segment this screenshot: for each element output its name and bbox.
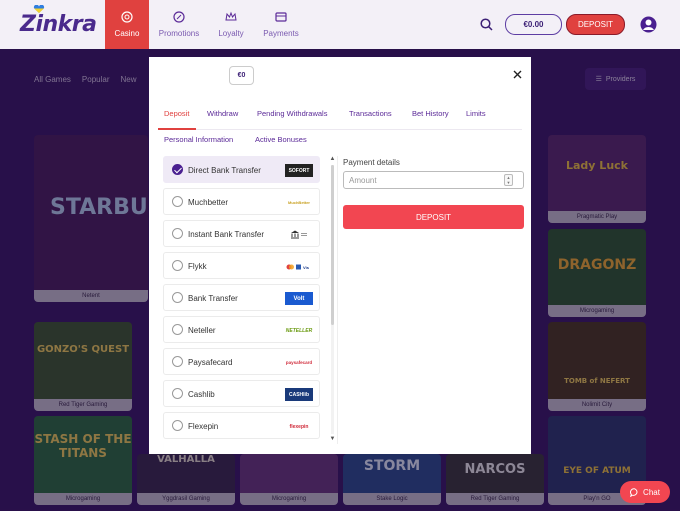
scroll-down-arrow-icon[interactable]: ▼ (328, 436, 337, 444)
search-icon[interactable] (480, 18, 493, 31)
volt-logo: Volt (285, 292, 313, 305)
neteller-logo: NETELLER (285, 327, 313, 334)
list-scrollbar-thumb[interactable] (331, 165, 334, 325)
panel-divider (337, 156, 338, 444)
radio-unselected[interactable] (172, 324, 183, 335)
casino-chip-icon (121, 11, 133, 23)
payment-method-instant-bank-transfer[interactable]: Instant Bank Transfer (163, 220, 320, 247)
payment-method-neteller[interactable]: Neteller NETELLER (163, 316, 320, 343)
nav-payments[interactable]: Payments (258, 0, 304, 49)
stepper-down-icon[interactable]: ▼ (507, 180, 511, 185)
payments-icon (275, 12, 287, 22)
scroll-up-arrow-icon[interactable]: ▲ (328, 156, 337, 164)
tab-deposit[interactable]: Deposit (164, 109, 189, 118)
nav-casino[interactable]: Casino (105, 0, 149, 49)
user-avatar-icon[interactable] (640, 16, 657, 33)
tab-limits[interactable]: Limits (466, 109, 486, 118)
chat-button[interactable]: Chat (620, 481, 670, 503)
payment-method-label: Cashlib (188, 390, 215, 399)
payment-method-paysafecard[interactable]: Paysafecard paysafecard (163, 348, 320, 375)
modal-balance-badge: €0 (229, 66, 254, 85)
payment-method-muchbetter[interactable]: Muchbetter MuchBetter (163, 188, 320, 215)
paysafecard-logo: paysafecard (285, 360, 313, 365)
radio-unselected[interactable] (172, 196, 183, 207)
tab-withdraw[interactable]: Withdraw (207, 109, 238, 118)
tab-personal-information[interactable]: Personal Information (164, 135, 233, 144)
radio-unselected[interactable] (172, 292, 183, 303)
payment-details-label: Payment details (343, 158, 400, 167)
tabs-divider (158, 129, 522, 130)
amount-input[interactable] (343, 171, 524, 189)
svg-text:Vis: Vis (303, 265, 310, 270)
radio-selected[interactable] (172, 164, 183, 175)
payment-method-label: Flexepin (188, 422, 219, 431)
radio-unselected[interactable] (172, 420, 183, 431)
payment-method-bank-transfer[interactable]: Bank Transfer Volt (163, 284, 320, 311)
sofort-logo: SOFORT (285, 164, 313, 177)
chat-bubble-icon (630, 487, 638, 497)
payment-method-flykk[interactable]: Flykk Vis (163, 252, 320, 279)
radio-unselected[interactable] (172, 228, 183, 239)
muchbetter-logo: MuchBetter (287, 200, 310, 205)
payment-method-cashlib[interactable]: Cashlib CASHlib (163, 380, 320, 407)
payment-method-list[interactable]: Direct Bank Transfer SOFORT Muchbetter M… (163, 156, 339, 444)
tab-transactions[interactable]: Transactions (349, 109, 392, 118)
deposit-button[interactable]: DEPOSIT (343, 205, 524, 229)
cashlib-logo: CASHlib (285, 388, 313, 401)
nav-casino-label: Casino (114, 29, 140, 38)
payment-method-label: Direct Bank Transfer (188, 166, 261, 175)
payment-method-flexepin[interactable]: Flexepin flexepin (163, 412, 320, 439)
heart-icon (33, 5, 45, 13)
promotions-icon (173, 11, 185, 23)
nav-loyalty-label: Loyalty (218, 29, 244, 38)
logo-text: Zinkra (20, 12, 97, 37)
tab-active-bonuses[interactable]: Active Bonuses (255, 135, 307, 144)
header-deposit-button[interactable]: DEPOSIT (566, 14, 625, 35)
radio-unselected[interactable] (172, 388, 183, 399)
balance-display[interactable]: €0.00 (505, 14, 562, 35)
nav-promotions-label: Promotions (158, 29, 200, 38)
radio-unselected[interactable] (172, 356, 183, 367)
tab-pending-withdrawals[interactable]: Pending Withdrawals (257, 109, 327, 118)
nav-payments-label: Payments (263, 29, 299, 38)
zinkra-logo[interactable]: Zinkra (20, 5, 97, 37)
loyalty-crown-icon (225, 11, 237, 21)
payment-method-label: Bank Transfer (188, 294, 238, 303)
payment-method-direct-bank-transfer[interactable]: Direct Bank Transfer SOFORT (163, 156, 320, 183)
payment-method-label: Flykk (188, 262, 207, 271)
cards-icon: Vis (285, 260, 313, 273)
payment-method-label: Muchbetter (188, 198, 229, 207)
radio-unselected[interactable] (172, 260, 183, 271)
active-tab-indicator (158, 128, 196, 130)
cashier-modal: €0 Deposit Withdraw Pending Withdrawals … (149, 57, 531, 454)
close-icon[interactable] (513, 70, 522, 79)
payment-method-label: Paysafecard (188, 358, 233, 367)
payment-method-label: Neteller (188, 326, 216, 335)
nav-promotions[interactable]: Promotions (155, 0, 203, 49)
flexepin-logo: flexepin (289, 423, 309, 430)
tab-bet-history[interactable]: Bet History (412, 109, 449, 118)
chat-label: Chat (643, 487, 660, 497)
amount-stepper[interactable]: ▲ ▼ (504, 174, 513, 186)
nav-loyalty[interactable]: Loyalty (212, 0, 250, 49)
bank-icon (285, 228, 313, 241)
top-header: Zinkra Casino Promotions Loyalty Payment… (0, 0, 680, 49)
payment-method-label: Instant Bank Transfer (188, 230, 265, 239)
